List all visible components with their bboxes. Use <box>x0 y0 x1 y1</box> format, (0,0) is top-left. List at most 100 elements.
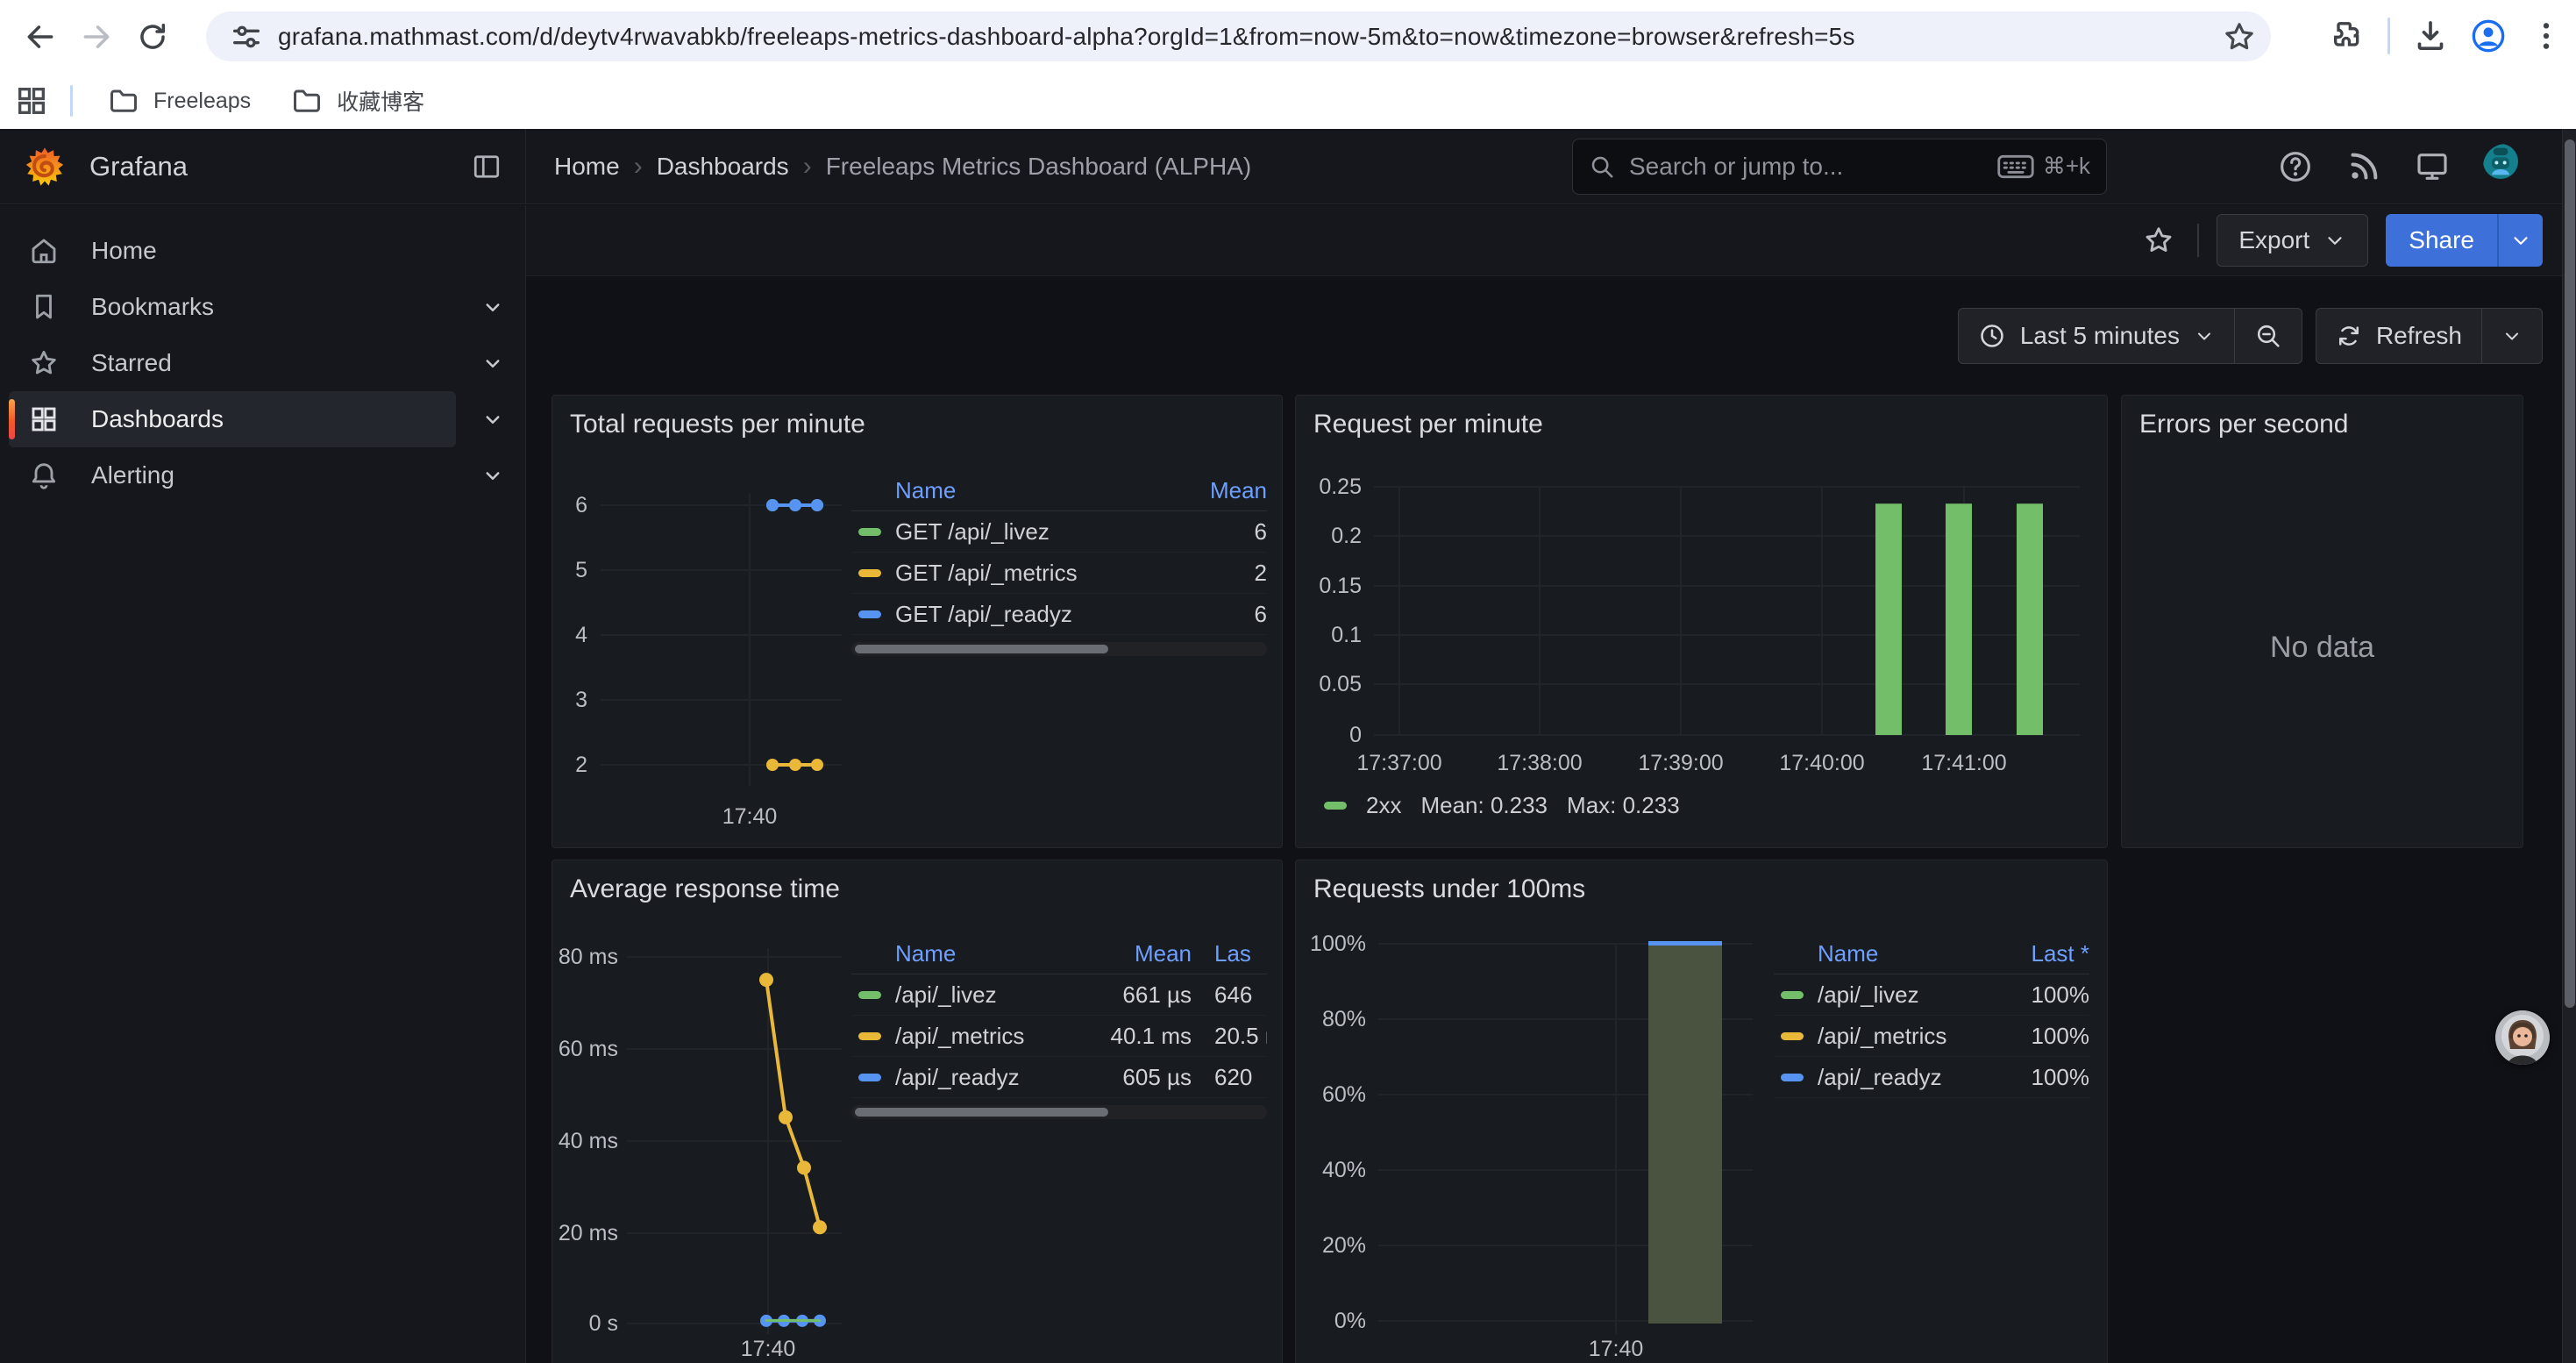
legend-series-name[interactable]: /api/_readyz <box>1818 1064 1984 1091</box>
legend-row[interactable]: /api/_livez 100% <box>1774 974 2089 1016</box>
legend-series-name[interactable]: 2xx <box>1366 792 1401 819</box>
breadcrumb-current: Freeleaps Metrics Dashboard (ALPHA) <box>826 153 1252 181</box>
extensions-icon[interactable] <box>2330 18 2365 54</box>
sidebar-item-home[interactable]: Home <box>0 223 525 279</box>
legend-max: Max: 0.233 <box>1567 792 1680 819</box>
legend-mean: Mean: 0.233 <box>1420 792 1548 819</box>
legend-row[interactable]: /api/_readyz 100% <box>1774 1057 2089 1098</box>
panel-title[interactable]: Errors per second <box>2139 410 2348 439</box>
mega-menu-toggle[interactable] <box>467 147 506 186</box>
scrollbar-thumb[interactable] <box>2565 139 2575 1008</box>
bookmark-folder-favorites[interactable]: 收藏博客 <box>279 80 437 122</box>
legend-series-name[interactable]: /api/_metrics <box>895 1023 1069 1050</box>
reload-button[interactable] <box>125 9 181 65</box>
chevron-down-icon <box>2194 325 2215 346</box>
legend-scrollbar[interactable] <box>851 1105 1267 1119</box>
x-axis-tick: 17:38:00 <box>1478 749 1601 777</box>
menu-kebab-icon[interactable] <box>2529 18 2564 54</box>
legend-last-value: 100% <box>1984 1023 2089 1050</box>
legend-row[interactable]: GET /api/_readyz 6 <box>851 594 1267 635</box>
share-button[interactable]: Share <box>2386 214 2497 267</box>
x-axis-tick: 17:37:00 <box>1338 749 1461 777</box>
legend-mean-value: 661 µs <box>1069 981 1192 1009</box>
legend-row[interactable]: /api/_livez 661 µs 646 <box>851 974 1267 1016</box>
legend-header-mean[interactable]: Mean <box>1069 940 1192 967</box>
search-input[interactable]: Search or jump to... ⌘+k <box>1572 139 2107 195</box>
legend-row[interactable]: /api/_readyz 605 µs 620 <box>851 1057 1267 1098</box>
series-swatch <box>858 991 881 999</box>
window-scrollbar[interactable] <box>2562 129 2576 1363</box>
downloads-icon[interactable] <box>2413 18 2448 54</box>
chevron-down-icon[interactable] <box>480 462 506 489</box>
legend-header-name[interactable]: Name <box>1818 940 1984 967</box>
legend-header-name[interactable]: Name <box>895 940 1069 967</box>
series-swatch <box>1781 1032 1804 1040</box>
legend-series-name[interactable]: GET /api/_metrics <box>895 560 1162 587</box>
legend-header-mean[interactable]: Mean <box>1162 477 1267 504</box>
sidebar-item-alerting[interactable]: Alerting <box>0 447 525 503</box>
scrollbar-thumb[interactable] <box>855 1108 1108 1117</box>
y-axis-tick: 60 ms <box>552 1035 618 1063</box>
legend-series-name[interactable]: GET /api/_readyz <box>895 601 1162 628</box>
breadcrumb-dashboards[interactable]: Dashboards <box>657 153 789 181</box>
user-avatar[interactable] <box>2483 144 2529 189</box>
brand-name[interactable]: Grafana <box>89 151 188 182</box>
clock-icon <box>1978 322 2006 350</box>
chevron-down-icon[interactable] <box>480 406 506 432</box>
legend-series-name[interactable]: GET /api/_livez <box>895 518 1162 546</box>
legend-series-name[interactable]: /api/_metrics <box>1818 1023 1984 1050</box>
time-range-picker[interactable]: Last 5 minutes <box>1959 309 2234 363</box>
chevron-down-icon[interactable] <box>480 294 506 320</box>
y-axis-tick: 0.2 <box>1296 522 1362 550</box>
legend-header-name[interactable]: Name <box>895 477 1162 504</box>
legend-row[interactable]: GET /api/_metrics 2 <box>851 553 1267 594</box>
back-icon <box>24 20 57 54</box>
kiosk-monitor-icon[interactable] <box>2415 149 2450 184</box>
chart-gridlines <box>627 948 842 1334</box>
star-icon <box>2142 224 2175 257</box>
refresh-interval-button[interactable] <box>2481 309 2542 363</box>
sidebar-item-bookmarks[interactable]: Bookmarks <box>0 279 525 335</box>
sidebar-item-dashboards[interactable]: Dashboards <box>0 391 525 447</box>
refresh-button[interactable]: Refresh <box>2316 309 2481 363</box>
breadcrumb-separator: › <box>803 152 812 182</box>
profile-icon[interactable] <box>2471 18 2506 54</box>
legend-table: Name Mean Las /api/_livez 661 µs 646 <box>851 934 1267 1119</box>
legend-row[interactable]: /api/_metrics 40.1 ms 20.5 r <box>851 1016 1267 1057</box>
site-settings-icon[interactable] <box>229 19 264 54</box>
address-bar[interactable]: grafana.mathmast.com/d/deytv4rwavabkb/fr… <box>206 11 2271 61</box>
legend-series-name[interactable]: /api/_livez <box>1818 981 1984 1009</box>
legend-header-last[interactable]: Las <box>1192 940 1267 967</box>
zoom-out-time-button[interactable] <box>2234 309 2302 363</box>
bell-icon <box>28 460 60 491</box>
news-rss-icon[interactable] <box>2346 149 2381 184</box>
grafana-logo[interactable] <box>25 146 65 187</box>
panel-average-response-time: Average response time 80 ms60 ms40 ms20 … <box>551 860 1283 1363</box>
back-button[interactable] <box>12 9 68 65</box>
legend-scrollbar[interactable] <box>851 642 1267 656</box>
breadcrumb-home[interactable]: Home <box>554 153 620 181</box>
legend-series-name[interactable]: /api/_readyz <box>895 1064 1069 1091</box>
help-icon[interactable] <box>2278 149 2313 184</box>
legend-header-last[interactable]: Last * <box>1984 940 2089 967</box>
forward-button[interactable] <box>68 9 125 65</box>
bookmark-star-button[interactable] <box>2222 19 2257 54</box>
export-button[interactable]: Export <box>2217 214 2368 267</box>
legend-row[interactable]: /api/_metrics 100% <box>1774 1016 2089 1057</box>
url-text[interactable]: grafana.mathmast.com/d/deytv4rwavabkb/fr… <box>278 23 1855 51</box>
favorite-dashboard-button[interactable] <box>2138 219 2180 261</box>
scrollbar-thumb[interactable] <box>855 645 1108 653</box>
apps-grid-icon[interactable] <box>14 83 49 118</box>
share-menu-button[interactable] <box>2497 214 2543 267</box>
legend-row[interactable]: GET /api/_livez 6 <box>851 511 1267 553</box>
chevron-down-icon[interactable] <box>480 350 506 376</box>
bookmark-folder-freeleaps[interactable]: Freeleaps <box>96 80 263 122</box>
sidebar-item-starred[interactable]: Starred <box>0 335 525 391</box>
assistant-avatar[interactable] <box>2495 1010 2550 1065</box>
series-swatch <box>858 528 881 536</box>
line-series <box>759 973 827 1327</box>
y-axis-tick: 0.05 <box>1296 670 1362 698</box>
grafana-app: Grafana Home › Dashboards › Freeleaps Me… <box>0 129 2576 1363</box>
legend-series-name[interactable]: /api/_livez <box>895 981 1069 1009</box>
breadcrumb: Home › Dashboards › Freeleaps Metrics Da… <box>554 152 1251 182</box>
